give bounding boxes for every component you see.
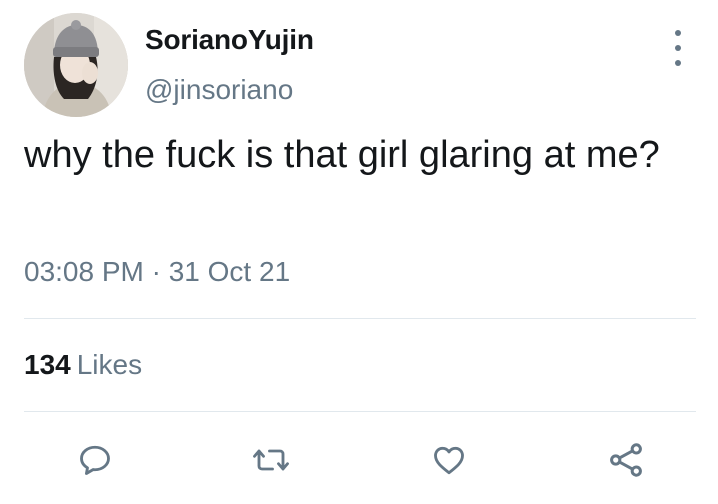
likes-stat[interactable]: 134 Likes bbox=[24, 349, 142, 381]
heart-icon bbox=[434, 446, 464, 475]
reply-icon bbox=[80, 445, 110, 475]
like-button[interactable] bbox=[429, 440, 469, 480]
avatar-photo bbox=[24, 13, 128, 117]
menu-dot bbox=[675, 60, 681, 66]
tweet-card: SorianoYujin @jinsoriano why the fuck is… bbox=[0, 0, 718, 504]
display-name[interactable]: SorianoYujin bbox=[145, 24, 314, 56]
retweet-button[interactable] bbox=[251, 440, 291, 480]
avatar[interactable] bbox=[24, 13, 128, 117]
tweet-text: why the fuck is that girl glaring at me? bbox=[24, 134, 660, 176]
likes-count: 134 bbox=[24, 349, 71, 380]
divider bbox=[24, 318, 696, 319]
more-options-icon[interactable] bbox=[664, 30, 692, 66]
tweet-timestamp[interactable]: 03:08 PM · 31 Oct 21 bbox=[24, 256, 290, 288]
share-button[interactable] bbox=[606, 440, 646, 480]
user-handle[interactable]: @jinsoriano bbox=[145, 74, 293, 106]
menu-dot bbox=[675, 30, 681, 36]
share-icon bbox=[610, 443, 642, 477]
reply-button[interactable] bbox=[75, 440, 115, 480]
menu-dot bbox=[675, 45, 681, 51]
divider bbox=[24, 411, 696, 412]
likes-label: Likes bbox=[76, 349, 143, 380]
retweet-icon bbox=[253, 449, 289, 471]
